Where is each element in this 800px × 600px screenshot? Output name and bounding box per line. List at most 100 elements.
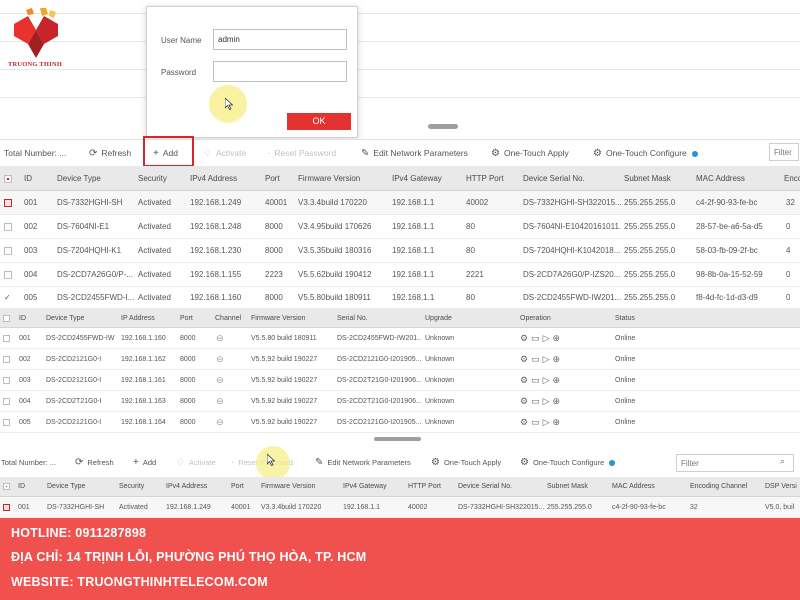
table-row[interactable]: 003 DS-7204HQHI-K1 Activated 192.168.1.2… [0, 239, 800, 263]
settings-icon[interactable]: ⚙ [520, 396, 531, 406]
col-header[interactable]: Device Type [47, 477, 85, 497]
col-header[interactable]: Device Serial No. [458, 477, 512, 497]
col-header[interactable]: HTTP Port [408, 477, 441, 497]
row-checkbox[interactable] [3, 504, 10, 511]
col-header[interactable]: IPv4 Address [190, 166, 237, 191]
col-header[interactable]: Firmware Version [298, 166, 360, 191]
operation-icons[interactable]: ⚙▭▷⊕ [520, 391, 563, 412]
col-header[interactable]: Port [231, 477, 244, 497]
reset-password-button[interactable]: ·Reset Password [267, 140, 336, 166]
monitor-icon[interactable]: ▭ [531, 375, 543, 385]
row-checkbox[interactable] [3, 398, 10, 405]
web-icon[interactable]: ⊕ [553, 333, 564, 343]
web-icon[interactable]: ⊕ [553, 417, 564, 427]
channel-icon[interactable]: ⊖ [216, 370, 224, 391]
settings-icon[interactable]: ⚙ [520, 417, 531, 427]
col-header[interactable]: Firmware Version [261, 477, 315, 497]
one-touch-configure-button[interactable]: ⚙ One-Touch Configure [593, 140, 698, 166]
col-header[interactable]: Device Type [57, 166, 101, 191]
refresh-button[interactable]: ⟳ Refresh [89, 140, 131, 166]
col-header[interactable]: Status [615, 309, 635, 328]
one-touch-apply-button[interactable]: ⚙ One-Touch Apply [431, 450, 501, 476]
settings-icon[interactable]: ⚙ [520, 375, 531, 385]
col-header[interactable]: DSP Versi [765, 477, 797, 497]
play-icon[interactable]: ▷ [543, 375, 553, 385]
row-checkbox[interactable] [3, 356, 10, 363]
select-all-checkbox[interactable] [4, 175, 12, 183]
play-icon[interactable]: ▷ [543, 396, 553, 406]
col-header[interactable]: ID [24, 166, 32, 191]
splitter-handle[interactable] [428, 124, 458, 129]
col-header[interactable]: MAC Address [696, 166, 745, 191]
settings-icon[interactable]: ⚙ [520, 354, 531, 364]
username-input[interactable] [213, 29, 347, 50]
col-header[interactable]: Security [138, 166, 167, 191]
row-checkbox[interactable] [3, 335, 10, 342]
activate-button[interactable]: ♢ Activate [203, 140, 246, 166]
filter-input[interactable] [769, 143, 799, 161]
edit-network-button[interactable]: ✎ Edit Network Parameters [361, 140, 468, 166]
select-all-checkbox[interactable] [3, 483, 10, 490]
col-header[interactable]: Subnet Mask [547, 477, 588, 497]
operation-icons[interactable]: ⚙▭▷⊕ [520, 349, 563, 370]
filter-input[interactable] [676, 454, 794, 472]
channel-icon[interactable]: ⊖ [216, 349, 224, 370]
password-input[interactable] [213, 61, 347, 82]
table-row[interactable]: 001 DS-7332HGHI-SH Activated 192.168.1.2… [0, 497, 800, 518]
splitter-handle[interactable] [374, 437, 421, 441]
table-row[interactable]: 002 DS-7604NI-E1 Activated 192.168.1.248… [0, 215, 800, 239]
table-row[interactable]: 004 DS-2CD2T21G0-I 192.168.1.163 8000 ⊖ … [0, 391, 800, 412]
ok-button[interactable]: OK [287, 113, 351, 130]
one-touch-apply-button[interactable]: ⚙ One-Touch Apply [491, 140, 569, 166]
col-header[interactable]: Enco [784, 166, 800, 191]
col-header[interactable]: ID [19, 309, 26, 328]
play-icon[interactable]: ▷ [543, 417, 553, 427]
web-icon[interactable]: ⊕ [553, 375, 564, 385]
row-checkbox[interactable] [4, 199, 12, 207]
col-header[interactable]: Port [180, 309, 193, 328]
row-checkbox[interactable] [3, 377, 10, 384]
col-header[interactable]: IP Address [121, 309, 155, 328]
activate-button[interactable]: ♢ Activate [176, 450, 216, 476]
table-row[interactable]: 002 DS-2CD2121G0-I 192.168.1.162 8000 ⊖ … [0, 349, 800, 370]
col-header[interactable]: MAC Address [612, 477, 655, 497]
row-checkbox[interactable] [3, 419, 10, 426]
col-header[interactable]: Device Serial No. [523, 166, 585, 191]
checkmark-icon[interactable]: ✓ [4, 287, 11, 309]
col-header[interactable]: IPv4 Gateway [343, 477, 387, 497]
channel-icon[interactable]: ⊖ [216, 391, 224, 412]
search-icon[interactable]: ⌕ [780, 456, 785, 467]
refresh-button[interactable]: ⟳ Refresh [75, 450, 114, 476]
col-header[interactable]: Device Type [46, 309, 84, 328]
col-header[interactable]: Firmware Version [251, 309, 305, 328]
play-icon[interactable]: ▷ [543, 333, 553, 343]
monitor-icon[interactable]: ▭ [531, 417, 543, 427]
col-header[interactable]: IPv4 Gateway [392, 166, 442, 191]
col-header[interactable]: HTTP Port [466, 166, 504, 191]
channel-icon[interactable]: ⊖ [216, 412, 224, 433]
monitor-icon[interactable]: ▭ [531, 396, 543, 406]
monitor-icon[interactable]: ▭ [531, 333, 543, 343]
settings-icon[interactable]: ⚙ [520, 333, 531, 343]
col-header[interactable]: Channel [215, 309, 241, 328]
table-row[interactable]: 005 DS-2CD2121G0-I 192.168.1.164 8000 ⊖ … [0, 412, 800, 433]
operation-icons[interactable]: ⚙▭▷⊕ [520, 328, 563, 349]
col-header[interactable]: Security [119, 477, 144, 497]
add-button[interactable]: + Add [133, 450, 156, 476]
col-header[interactable]: Port [265, 166, 280, 191]
web-icon[interactable]: ⊕ [553, 396, 564, 406]
table-row[interactable]: 001 DS-2CD2455FWD-IW 192.168.1.160 8000 … [0, 328, 800, 349]
table-row[interactable]: 003 DS-2CD2121G0-I 192.168.1.161 8000 ⊖ … [0, 370, 800, 391]
row-checkbox[interactable] [4, 271, 12, 279]
web-icon[interactable]: ⊕ [553, 354, 564, 364]
col-header[interactable]: ID [18, 477, 25, 497]
col-header[interactable]: IPv4 Address [166, 477, 207, 497]
one-touch-configure-button[interactable]: ⚙ One-Touch Configure [520, 450, 616, 476]
operation-icons[interactable]: ⚙▭▷⊕ [520, 412, 563, 433]
edit-network-button[interactable]: ✎ Edit Network Parameters [315, 450, 411, 476]
row-checkbox[interactable] [4, 247, 12, 255]
col-header[interactable]: Encoding Channel [690, 477, 747, 497]
select-all-checkbox[interactable] [3, 315, 10, 322]
col-header[interactable]: Operation [520, 309, 551, 328]
monitor-icon[interactable]: ▭ [531, 354, 543, 364]
